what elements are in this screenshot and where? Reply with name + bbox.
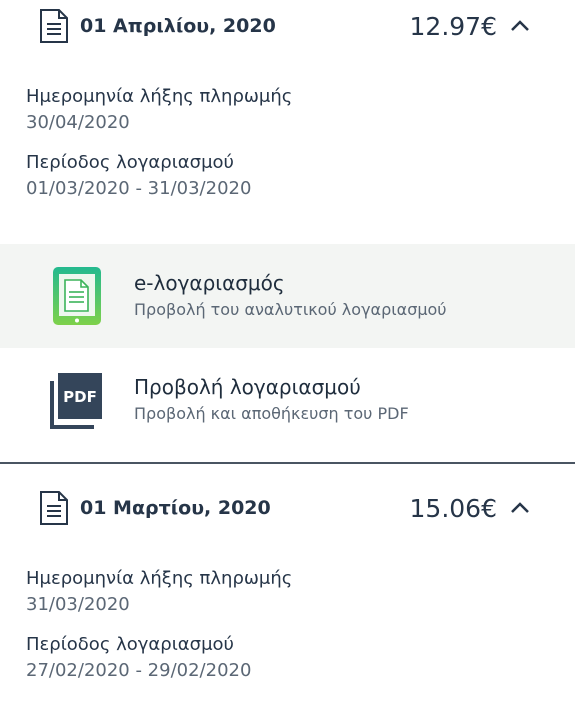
billing-period-value: 01/03/2020 - 31/03/2020 — [26, 178, 252, 199]
billing-period-block: Περίοδος λογαριασμού 01/03/2020 - 31/03/… — [26, 150, 575, 202]
chevron-up-icon[interactable] — [509, 497, 531, 519]
bill-card-march: 01 Μαρτίου, 2020 15.06€ Ημερομηνία λήξης… — [0, 480, 575, 684]
e-bill-subtitle: Προβολή του αναλυτικού λογαριασμού — [134, 300, 447, 319]
billing-period-label: Περίοδος λογαριασμού — [26, 152, 234, 173]
due-date-label: Ημερομηνία λήξης πληρωμής — [26, 568, 293, 589]
due-date-block: Ημερομηνία λήξης πληρωμής 30/04/2020 — [26, 84, 575, 136]
bill-amount: 15.06€ — [409, 493, 497, 523]
bill-header[interactable]: 01 Απριλίου, 2020 12.97€ — [0, 0, 575, 54]
billing-period-value: 27/02/2020 - 29/02/2020 — [26, 660, 252, 681]
e-bill-action[interactable]: e-λογαριασμός Προβολή του αναλυτικού λογ… — [0, 244, 575, 348]
due-date-block: Ημερομηνία λήξης πληρωμής 31/03/2020 — [26, 566, 575, 618]
pdf-icon: PDF — [50, 369, 104, 431]
bill-amount: 12.97€ — [409, 11, 497, 41]
billing-period-block: Περίοδος λογαριασμού 27/02/2020 - 29/02/… — [26, 632, 575, 684]
document-icon — [38, 8, 72, 44]
bill-details: Ημερομηνία λήξης πληρωμής 31/03/2020 Περ… — [0, 536, 575, 684]
tablet-document-icon — [50, 265, 104, 327]
view-bill-title: Προβολή λογαριασμού — [134, 375, 361, 399]
e-bill-title: e-λογαριασμός — [134, 271, 285, 295]
bill-details: Ημερομηνία λήξης πληρωμής 30/04/2020 Περ… — [0, 54, 575, 202]
chevron-up-icon[interactable] — [509, 15, 531, 37]
document-icon — [38, 490, 72, 526]
bill-divider — [0, 462, 575, 464]
billing-period-label: Περίοδος λογαριασμού — [26, 634, 234, 655]
view-bill-text: Προβολή λογαριασμού Προβολή και αποθήκευ… — [134, 373, 409, 427]
bill-date: 01 Απριλίου, 2020 — [80, 15, 276, 37]
bill-header[interactable]: 01 Μαρτίου, 2020 15.06€ — [0, 480, 575, 536]
due-date-value: 30/04/2020 — [26, 112, 130, 133]
e-bill-text: e-λογαριασμός Προβολή του αναλυτικού λογ… — [134, 269, 447, 323]
pdf-icon-label: PDF — [63, 388, 97, 406]
bill-date: 01 Μαρτίου, 2020 — [80, 497, 271, 519]
view-bill-pdf-action[interactable]: PDF Προβολή λογαριασμού Προβολή και αποθ… — [0, 348, 575, 452]
due-date-value: 31/03/2020 — [26, 594, 130, 615]
bill-card-april: 01 Απριλίου, 2020 12.97€ Ημερομηνία λήξη… — [0, 0, 575, 464]
view-bill-subtitle: Προβολή και αποθήκευση του PDF — [134, 404, 409, 423]
due-date-label: Ημερομηνία λήξης πληρωμής — [26, 86, 293, 107]
